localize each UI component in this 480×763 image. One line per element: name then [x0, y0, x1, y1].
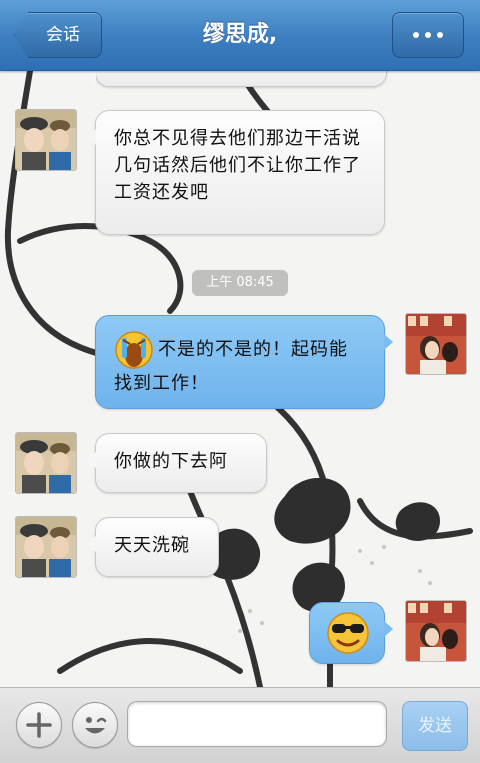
contact-avatar[interactable] [15, 109, 77, 171]
message-input[interactable] [127, 701, 387, 747]
emoji-button[interactable] [72, 702, 118, 748]
message-bubble-own[interactable] [309, 602, 393, 664]
more-dot [437, 32, 443, 38]
contact-avatar-image [16, 517, 76, 577]
message-bubble[interactable]: 你做的下去阿 [87, 433, 267, 493]
more-dots-icon [413, 32, 419, 38]
partial-message-bubble[interactable] [87, 71, 387, 87]
more-dot [425, 32, 431, 38]
message-text: 你总不见得去他们那边干活说几句话然后他们不让你工作了工资还发吧 [114, 128, 361, 203]
contact-avatar[interactable] [15, 432, 77, 494]
nav-header: 会话 缪思成, [0, 0, 480, 71]
message-bubble[interactable]: 你总不见得去他们那边干活说几句话然后他们不让你工作了工资还发吧 [87, 110, 385, 235]
my-avatar-image [406, 314, 466, 374]
message-text: 天天洗碗 [114, 535, 190, 556]
composer-bar: 发送 [0, 687, 480, 763]
message-bubble-own[interactable]: 不是的不是的！起码能找到工作！ [95, 315, 393, 409]
sunglasses-emoji-icon [327, 612, 369, 654]
chat-area[interactable]: 你总不见得去他们那边干活说几句话然后他们不让你工作了工资还发吧 上午 08:45… [0, 71, 480, 687]
message-text: 你做的下去阿 [114, 451, 228, 472]
crying-emoji-icon [115, 331, 153, 369]
my-avatar[interactable] [405, 600, 467, 662]
my-avatar-image [406, 601, 466, 661]
back-button-label: 会话 [46, 25, 80, 45]
more-options-button[interactable] [392, 12, 464, 58]
contact-avatar-image [16, 110, 76, 170]
send-button[interactable]: 发送 [402, 701, 468, 751]
back-button[interactable]: 会话 [14, 12, 102, 58]
chat-title: 缪思成, [202, 22, 278, 47]
add-button[interactable] [16, 702, 62, 748]
my-avatar[interactable] [405, 313, 467, 375]
contact-avatar-image [16, 433, 76, 493]
contact-avatar[interactable] [15, 516, 77, 578]
smiley-icon [85, 717, 107, 734]
message-bubble[interactable]: 天天洗碗 [87, 517, 219, 577]
plus-icon [26, 712, 52, 738]
message-timestamp: 上午 08:45 [192, 270, 288, 296]
